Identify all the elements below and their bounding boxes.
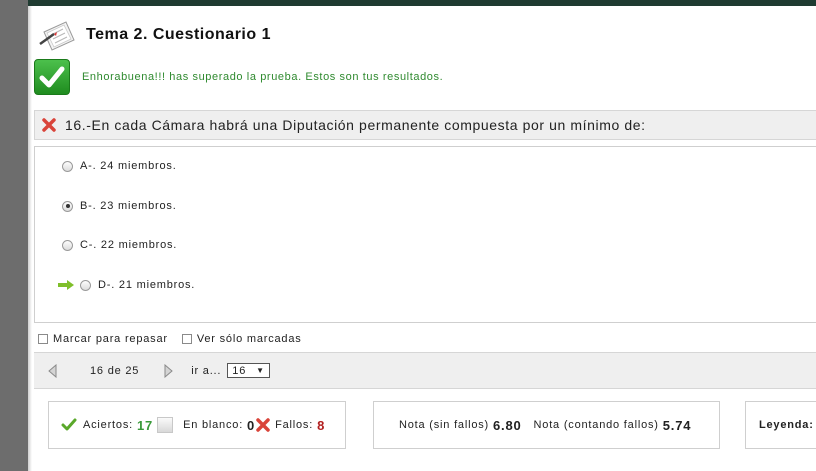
quiz-page: Tema 2. Cuestionario 1 Enhorabuena!!! ha… (28, 0, 816, 471)
grade-no-penalty-label: Nota (sin fallos) (399, 419, 490, 431)
left-shadow (28, 6, 32, 471)
grade-with-penalty-label: Nota (contando fallos) (533, 419, 659, 431)
answers-panel: A-. 24 miembros. B-. 23 miembros. C-. 22… (34, 146, 816, 323)
fallos-value: 8 (317, 417, 326, 433)
aciertos-label: Aciertos: (83, 419, 133, 431)
result-banner: Enhorabuena!!! has superado la prueba. E… (34, 59, 443, 95)
grade-with-penalty-value: 5.74 (662, 417, 692, 433)
option-b[interactable]: B-. 23 miembros. (62, 200, 177, 212)
legend-box: Leyenda: (745, 401, 816, 449)
view-marked-only-checkbox[interactable] (181, 334, 192, 344)
aciertos-value: 17 (137, 417, 154, 433)
correct-answer-arrow-icon (58, 280, 74, 290)
option-c-label: C-. 22 miembros. (80, 239, 178, 251)
next-question-button[interactable] (161, 363, 175, 378)
blanco-value: 0 (247, 417, 256, 433)
question-text: 16.-En cada Cámara habrá una Diputación … (65, 117, 646, 133)
option-d[interactable]: D-. 21 miembros. (58, 279, 195, 291)
option-a-label: A-. 24 miembros. (80, 160, 177, 172)
page-title: Tema 2. Cuestionario 1 (86, 26, 271, 43)
question-navigation: 16 de 25 ir a... 16 ▼ (34, 352, 816, 389)
correct-check-icon (61, 418, 77, 432)
goto-label: ir a... (191, 364, 222, 377)
option-c-radio[interactable] (62, 239, 73, 251)
option-a-radio[interactable] (62, 160, 73, 172)
fallos-label: Fallos: (275, 419, 314, 431)
exam-paper-icon (38, 18, 78, 52)
option-b-label: B-. 23 miembros. (80, 200, 177, 212)
mark-for-review-label: Marcar para repasar (53, 333, 168, 345)
wrong-x-icon (255, 417, 271, 433)
blanco-label: En blanco: (183, 419, 244, 431)
review-checkboxes: Marcar para repasar Ver sólo marcadas (38, 333, 316, 345)
mark-for-review[interactable]: Marcar para repasar (38, 333, 168, 345)
blank-square-icon (157, 417, 174, 433)
option-b-radio[interactable] (62, 200, 73, 212)
chevron-down-icon: ▼ (256, 366, 265, 375)
grades-summary: Nota (sin fallos) 6.80 Nota (contando fa… (373, 401, 720, 449)
goto-question-value: 16 (232, 364, 247, 377)
title-row: Tema 2. Cuestionario 1 (38, 18, 271, 52)
legend-label: Leyenda: (759, 419, 814, 431)
wrong-x-icon (41, 117, 57, 133)
option-a[interactable]: A-. 24 miembros. (62, 160, 177, 172)
goto-question-select[interactable]: 16 ▼ (227, 363, 270, 378)
top-bar (28, 0, 816, 6)
results-summary: Aciertos: 17 En blanco: 0 Fallos: 8 (48, 401, 346, 449)
view-marked-only-label: Ver sólo marcadas (196, 333, 302, 345)
grade-no-penalty-value: 6.80 (493, 417, 522, 433)
prev-question-button[interactable] (46, 363, 60, 378)
mark-for-review-checkbox[interactable] (38, 334, 48, 344)
question-header: 16.-En cada Cámara habrá una Diputación … (34, 110, 816, 140)
view-marked-only[interactable]: Ver sólo marcadas (181, 333, 302, 345)
question-position: 16 de 25 (90, 364, 140, 377)
option-d-radio[interactable] (80, 279, 91, 291)
checkmark-icon (34, 59, 70, 95)
option-c[interactable]: C-. 22 miembros. (62, 239, 177, 251)
result-message: Enhorabuena!!! has superado la prueba. E… (82, 71, 444, 83)
option-d-label: D-. 21 miembros. (98, 279, 196, 291)
